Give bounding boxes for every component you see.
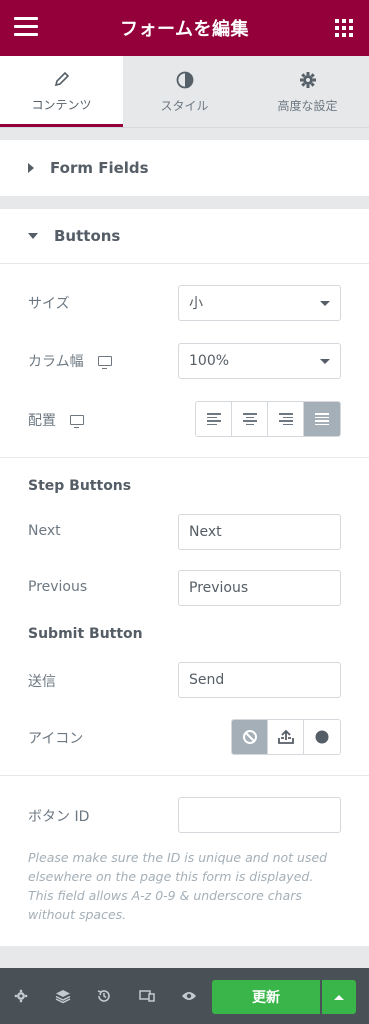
step-buttons-heading: Step Buttons — [28, 478, 132, 494]
section-buttons-label: Buttons — [54, 227, 121, 245]
caret-down-icon — [28, 233, 38, 239]
editor-header: フォームを編集 — [0, 0, 369, 56]
upload-icon — [277, 729, 294, 744]
button-id-label: ボタン ID — [28, 809, 90, 825]
responsive-icon[interactable] — [137, 986, 157, 1006]
widgets-grid-icon[interactable] — [335, 19, 353, 37]
none-icon — [242, 730, 257, 744]
size-select[interactable]: 小 — [178, 285, 341, 321]
icon-control — [231, 719, 341, 755]
next-input[interactable] — [178, 514, 341, 550]
divider — [0, 457, 369, 458]
alignment-control — [195, 401, 341, 437]
desktop-icon[interactable] — [70, 415, 84, 428]
tab-style-label: スタイル — [160, 99, 209, 113]
column-width-value: 100% — [189, 353, 230, 369]
chevron-down-icon — [320, 359, 330, 364]
page-title: フォームを編集 — [120, 19, 249, 40]
history-icon[interactable] — [94, 986, 114, 1006]
menu-icon[interactable] — [14, 17, 38, 37]
tab-content-label: コンテンツ — [31, 97, 92, 112]
preview-icon[interactable] — [179, 986, 199, 1006]
align-left-button[interactable] — [196, 402, 232, 436]
align-center-button[interactable] — [232, 402, 268, 436]
divider — [0, 775, 369, 776]
submit-button-heading: Submit Button — [28, 626, 143, 642]
previous-input[interactable] — [178, 570, 341, 606]
button-id-help-text: Please make sure the ID is unique and no… — [28, 850, 328, 922]
button-id-input[interactable] — [178, 797, 341, 833]
align-right-icon — [278, 411, 293, 427]
section-form-fields[interactable]: Form Fields — [0, 140, 369, 196]
layers-icon[interactable] — [53, 986, 73, 1006]
column-width-label: カラム幅 — [28, 351, 112, 371]
section-form-fields-label: Form Fields — [50, 159, 149, 177]
caret-right-icon — [28, 163, 34, 173]
send-label: 送信 — [28, 674, 56, 690]
alignment-label: 配置 — [28, 410, 84, 430]
update-button[interactable]: 更新 — [212, 980, 320, 1014]
tab-advanced-label: 高度な設定 — [277, 99, 338, 113]
chevron-down-icon — [320, 301, 330, 306]
tab-style[interactable]: スタイル — [123, 56, 246, 127]
next-label: Next — [28, 523, 61, 539]
icon-circle-button[interactable] — [304, 720, 340, 754]
icon-none-button[interactable] — [232, 720, 268, 754]
section-buttons[interactable]: Buttons — [0, 209, 369, 264]
align-center-icon — [242, 411, 257, 427]
column-width-select[interactable]: 100% — [178, 343, 341, 379]
chevron-up-icon — [334, 994, 344, 1000]
align-right-button[interactable] — [268, 402, 304, 436]
desktop-icon[interactable] — [97, 356, 112, 369]
previous-label: Previous — [28, 579, 88, 595]
size-label: サイズ — [28, 296, 70, 312]
gear-icon — [299, 69, 317, 91]
align-justify-icon — [315, 411, 329, 427]
size-select-value: 小 — [189, 296, 203, 312]
align-left-icon — [206, 411, 221, 427]
settings-icon[interactable] — [11, 986, 31, 1006]
send-input[interactable] — [178, 662, 341, 698]
panel-tabs: コンテンツ スタイル 高度な設定 — [0, 56, 369, 128]
contrast-icon — [176, 69, 194, 91]
tab-advanced[interactable]: 高度な設定 — [246, 56, 369, 127]
align-justify-button[interactable] — [304, 402, 340, 436]
circle-icon — [315, 730, 329, 744]
tab-content[interactable]: コンテンツ — [0, 56, 123, 127]
icon-upload-button[interactable] — [268, 720, 304, 754]
update-options-button[interactable] — [322, 980, 356, 1014]
pencil-icon — [54, 68, 70, 90]
icon-label: アイコン — [28, 731, 84, 747]
